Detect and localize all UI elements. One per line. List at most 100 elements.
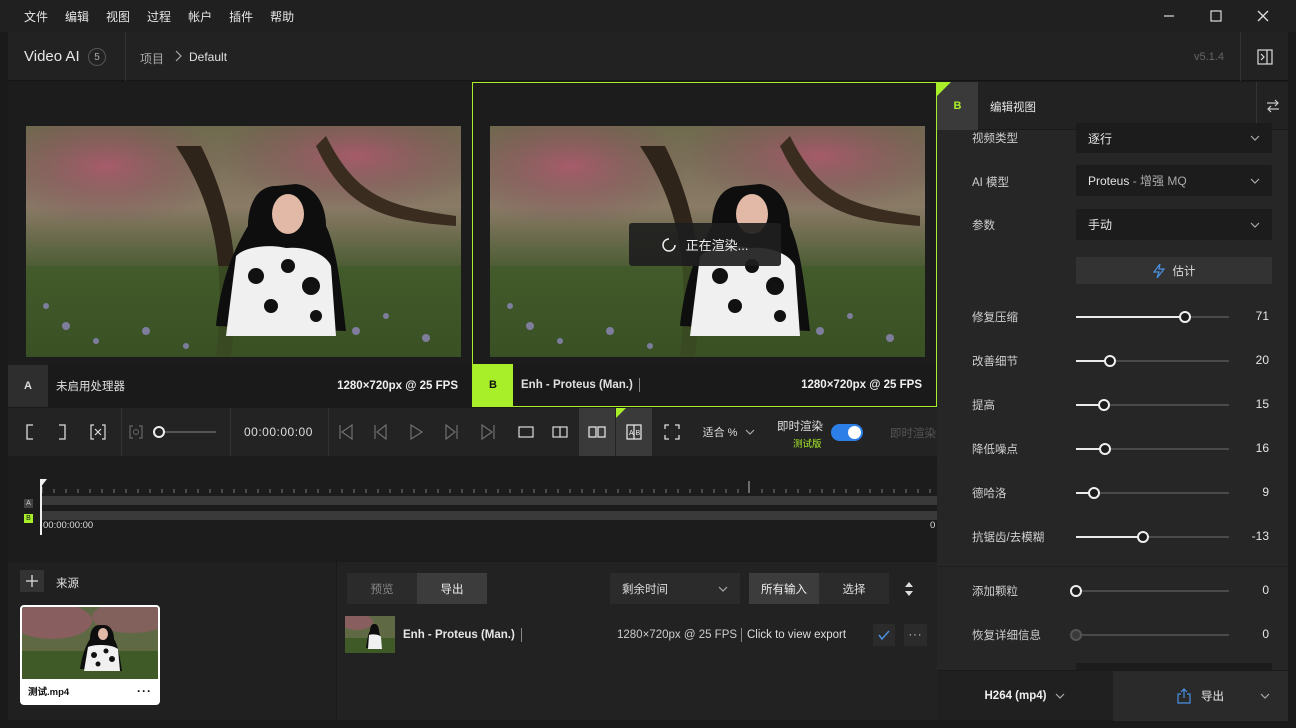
timeline-zoom-slider[interactable] (153, 426, 216, 438)
track-a-tag: A (24, 499, 33, 508)
pane-a-label: 未启用处理器 (56, 381, 125, 393)
slider-track[interactable] (1076, 311, 1229, 323)
slider-track[interactable] (1076, 399, 1229, 411)
zoom-fit-dropdown[interactable]: 适合 % (698, 408, 760, 456)
realtime-render-toggle[interactable] (831, 424, 863, 441)
slider-fill (1076, 316, 1185, 318)
lightning-icon (1152, 263, 1165, 278)
chevron-down-icon[interactable] (1260, 693, 1270, 699)
menu-process[interactable]: 过程 (147, 8, 171, 25)
playback-control-bar: 00:00:00:00 AB 适合 % 即时渲染 测试版 即时渲染 (8, 408, 937, 456)
minimize-icon (1164, 15, 1174, 17)
close-window-button[interactable] (1242, 0, 1284, 32)
slider-thumb[interactable] (1103, 355, 1116, 367)
menu-account[interactable]: 帐户 (188, 8, 212, 25)
preview-pane-a[interactable]: A 未启用处理器 1280×720px @ 25 FPS (8, 82, 472, 407)
compare-ab-button[interactable]: AB (616, 408, 652, 456)
slider-thumb[interactable] (1070, 629, 1082, 641)
export-item-link[interactable]: Click to view export (747, 629, 846, 641)
slider-track[interactable] (1076, 487, 1229, 499)
timeline-start-time: 00:00:00:00 (43, 520, 94, 531)
format-dropdown[interactable]: H264 (mp4) (937, 671, 1112, 721)
slider-thumb[interactable] (1070, 585, 1082, 597)
fullscreen-button[interactable] (658, 408, 686, 456)
play-icon (410, 424, 423, 440)
ctrl-divider (121, 408, 122, 456)
slider-label: 提高 (972, 400, 995, 412)
export-item-divider (741, 628, 742, 642)
tab-export[interactable]: 导出 (417, 573, 487, 604)
timeline-zoom-thumb[interactable] (153, 426, 165, 438)
estimate-button[interactable]: 估计 (1076, 257, 1272, 284)
slider-thumb[interactable] (1099, 443, 1112, 455)
step-forward-icon (445, 424, 458, 440)
maximize-icon (1210, 10, 1222, 22)
slider-thumb[interactable] (1088, 487, 1101, 499)
export-tabs: 预览 导出 (347, 573, 487, 604)
menu-file[interactable]: 文件 (24, 8, 48, 25)
slider-label: 恢复详细信息 (972, 630, 1041, 642)
realtime-render-right-label: 即时渲染 (890, 428, 936, 440)
go-to-start-button[interactable] (334, 408, 358, 456)
panel-toggle-button[interactable] (1240, 32, 1288, 81)
zoom-timeline-button[interactable] (124, 408, 148, 456)
check-icon (878, 630, 890, 640)
ai-model-select[interactable]: Proteus - 增强 MQ (1076, 165, 1272, 196)
go-to-end-button[interactable] (476, 408, 500, 456)
breadcrumb-projects[interactable]: 项目 (140, 50, 164, 67)
split-view-button[interactable] (544, 408, 576, 456)
slider-value: 9 (1262, 485, 1269, 499)
clear-marks-button[interactable] (86, 408, 110, 456)
side-by-side-view-button[interactable] (579, 408, 615, 456)
menu-view[interactable]: 视图 (106, 8, 130, 25)
video-type-select[interactable]: 逐行 (1076, 123, 1272, 153)
single-view-button[interactable] (510, 408, 542, 456)
slider-value: 0 (1262, 627, 1269, 641)
mark-in-button[interactable] (18, 408, 42, 456)
minimize-button[interactable] (1148, 0, 1190, 32)
parameters-select[interactable]: 手动 (1076, 209, 1272, 240)
menu-edit[interactable]: 编辑 (65, 8, 89, 25)
slider-track[interactable] (1076, 355, 1229, 367)
close-icon (1257, 10, 1269, 22)
slider-track[interactable] (1070, 585, 1229, 597)
slider-thumb[interactable] (1097, 399, 1110, 411)
mark-out-button[interactable] (50, 408, 74, 456)
playhead-handle-icon[interactable] (40, 479, 48, 489)
add-source-button[interactable] (20, 570, 44, 592)
menu-help[interactable]: 帮助 (270, 8, 294, 25)
menu-plugins[interactable]: 插件 (229, 8, 253, 25)
slider-track[interactable] (1076, 443, 1229, 455)
filter-all-inputs[interactable]: 所有输入 (749, 573, 819, 604)
timeline[interactable]: A B 00:00:00:00 0 (8, 457, 937, 561)
next-frame-button[interactable] (440, 408, 464, 456)
export-item-more-button[interactable]: ··· (904, 624, 927, 646)
share-export-icon (1177, 688, 1191, 704)
pane-b-label: Enh - Proteus (Man.) (521, 379, 633, 391)
tab-preview[interactable]: 预览 (347, 573, 417, 604)
slider-thumb[interactable] (1178, 311, 1191, 323)
rendering-overlay: 正在渲染... (629, 223, 781, 266)
slider-thumb[interactable] (1137, 531, 1150, 543)
source-more-button[interactable]: ··· (137, 684, 152, 698)
pane-a-label-bar: A 未启用处理器 1280×720px @ 25 FPS (8, 365, 472, 407)
previous-frame-button[interactable] (368, 408, 392, 456)
pane-b-resolution: 1280×720px @ 25 FPS (801, 379, 922, 391)
accent-corner-icon (616, 408, 626, 418)
track-b[interactable] (42, 511, 937, 520)
preview-pane-b[interactable]: 正在渲染... B Enh - Proteus (Man.) 1280×720p… (472, 82, 937, 407)
slider-track[interactable] (1076, 531, 1229, 543)
filter-select[interactable]: 选择 (819, 573, 889, 604)
track-a[interactable] (42, 496, 937, 505)
play-button[interactable] (404, 408, 428, 456)
chevron-down-icon (1250, 222, 1260, 228)
zoom-icon (129, 425, 143, 439)
maximize-button[interactable] (1195, 0, 1237, 32)
slider-value: 20 (1255, 353, 1269, 367)
sort-order-button[interactable] (904, 581, 916, 597)
export-item-confirm-button[interactable] (873, 624, 895, 646)
slider-track[interactable] (1070, 629, 1229, 641)
sort-arrows-icon (905, 582, 913, 596)
source-card[interactable]: 测试.mp4 ··· (20, 605, 160, 705)
sort-dropdown[interactable]: 剩余时间 (610, 573, 740, 604)
